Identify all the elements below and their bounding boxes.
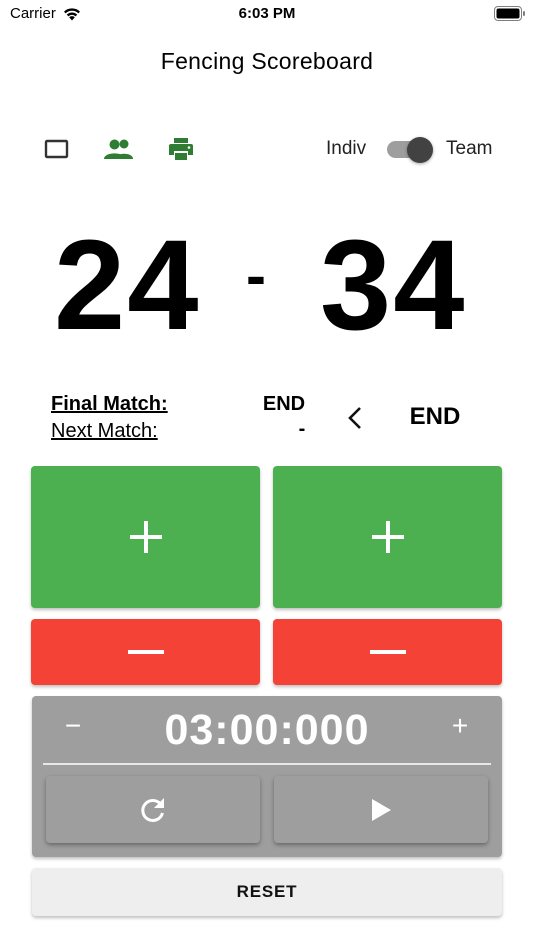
timer-panel: − 03:00:000 +: [32, 696, 502, 857]
score-right: 34: [320, 214, 467, 357]
score-separator: -: [246, 242, 266, 309]
plus-icon: [371, 521, 404, 553]
page-title: Fencing Scoreboard: [160, 48, 374, 74]
toggle-thumb[interactable]: [407, 137, 433, 163]
status-time: 6:03 PM: [238, 5, 296, 22]
minus-icon: [369, 650, 406, 654]
plus-icon: [129, 521, 162, 553]
timer-play-button[interactable]: [274, 776, 488, 843]
left-minus-button[interactable]: [31, 619, 260, 685]
timer-divider: [43, 763, 491, 765]
final-match-value: END: [262, 393, 306, 415]
timer-display: 03:00:000: [164, 706, 370, 754]
mode-toggle[interactable]: [387, 137, 435, 163]
next-match-label: Next Match:: [51, 420, 158, 442]
current-match-value: END: [409, 403, 461, 430]
tablet-icon[interactable]: [42, 135, 72, 163]
reset-button[interactable]: RESET: [32, 868, 502, 916]
chevron-left-icon[interactable]: [340, 402, 370, 434]
timer-increase-button[interactable]: +: [440, 710, 480, 746]
play-icon: [372, 798, 391, 821]
minus-icon: [127, 650, 164, 654]
timer-reset-button[interactable]: [46, 776, 260, 843]
mode-team-label: Team: [446, 138, 493, 159]
print-icon[interactable]: [166, 135, 196, 163]
refresh-icon: [141, 797, 164, 822]
right-minus-button[interactable]: [273, 619, 502, 685]
score-left: 24: [54, 214, 201, 357]
people-icon[interactable]: [104, 135, 134, 163]
final-match-label: Final Match:: [51, 393, 168, 415]
right-plus-button[interactable]: [273, 466, 502, 608]
timer-decrease-button[interactable]: −: [53, 710, 93, 746]
status-bar: Carrier 6:03 PM: [0, 0, 534, 30]
next-match-value: -: [298, 418, 306, 440]
battery-icon: [494, 6, 525, 21]
left-plus-button[interactable]: [31, 466, 260, 608]
mode-indiv-label: Indiv: [326, 138, 367, 159]
